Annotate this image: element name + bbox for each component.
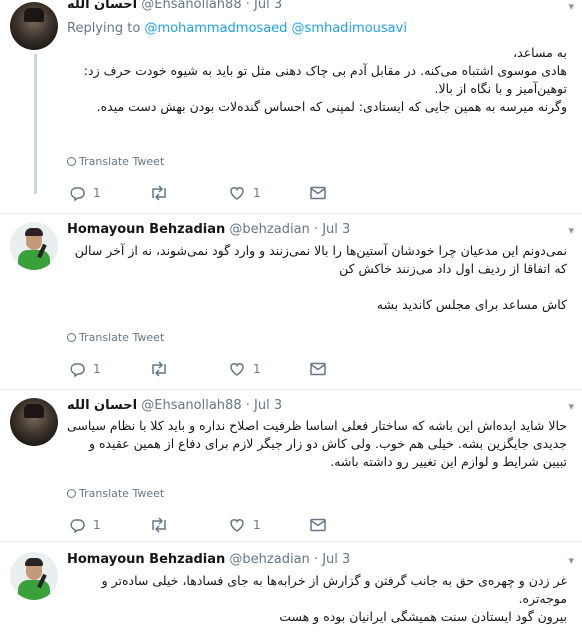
reply-count: 1 xyxy=(93,518,101,532)
tweet-paragraph xyxy=(67,278,567,296)
like-count: 1 xyxy=(253,186,261,200)
author-name[interactable]: احسان الله xyxy=(67,398,137,413)
tweet-actions: 1 1 xyxy=(67,515,367,535)
like-button[interactable]: 1 xyxy=(229,359,261,379)
retweet-icon xyxy=(152,361,166,377)
retweet-button[interactable] xyxy=(149,359,169,379)
translate-label: Translate Tweet xyxy=(79,155,165,168)
heart-icon xyxy=(230,363,244,376)
reply-button[interactable]: 1 xyxy=(69,515,101,535)
retweet-button[interactable] xyxy=(149,515,169,535)
avatar[interactable] xyxy=(10,398,58,446)
chevron-down-icon[interactable]: ▾ xyxy=(568,224,574,237)
tweet-date[interactable]: Jul 3 xyxy=(254,0,282,12)
like-count: 1 xyxy=(253,518,261,532)
tweet-header: احسان الله @Ehsanollah88 · Jul 3 xyxy=(67,0,282,13)
reply-icon xyxy=(70,519,85,533)
tweet[interactable]: Homayoun Behzadian @behzadian · Jul 3 ▾ … xyxy=(0,214,582,390)
message-icon xyxy=(310,362,326,376)
author-name[interactable]: Homayoun Behzadian xyxy=(67,222,225,237)
tweet[interactable]: احسان الله @Ehsanollah88 · Jul 3 ▾ حالا … xyxy=(0,390,582,542)
tweet-paragraph: به مساعد، xyxy=(513,45,567,60)
like-button[interactable]: 1 xyxy=(229,183,261,203)
translate-label: Translate Tweet xyxy=(79,331,165,344)
tweet-paragraph: بیرون گود ایستادن سنت همیشگی ایرانیان بو… xyxy=(279,609,567,624)
reply-button[interactable]: 1 xyxy=(69,183,101,203)
chevron-down-icon[interactable]: ▾ xyxy=(568,0,574,13)
author-handle[interactable]: @Ehsanollah88 xyxy=(141,0,241,12)
replying-to: Replying to @mohammadmosaed @smhadimousa… xyxy=(67,21,407,36)
replying-mentions[interactable]: @mohammadmosaed @smhadimousavi xyxy=(144,21,407,36)
chevron-down-icon[interactable]: ▾ xyxy=(568,554,574,567)
translate-label: Translate Tweet xyxy=(79,487,165,500)
tweet-paragraph: کاش مساعد برای مجلس کاندید بشه xyxy=(376,297,567,312)
author-name[interactable]: احسان الله xyxy=(67,0,137,12)
message-icon xyxy=(310,186,326,200)
tweet-date[interactable]: Jul 3 xyxy=(322,222,350,237)
tweet-text: غر زدن و چهره‌ی حق به جانب گرفتن و گزارش… xyxy=(67,572,567,626)
tweet-paragraph: غر زدن و چهره‌ی حق به جانب گرفتن و گزارش… xyxy=(101,573,567,606)
tweet-header: Homayoun Behzadian @behzadian · Jul 3 xyxy=(67,552,351,567)
tweet-header: Homayoun Behzadian @behzadian · Jul 3 xyxy=(67,222,351,237)
author-handle[interactable]: @Ehsanollah88 xyxy=(141,398,241,413)
dm-button[interactable] xyxy=(310,183,326,203)
globe-icon xyxy=(67,489,76,498)
translate-tweet[interactable]: Translate Tweet xyxy=(67,155,164,168)
author-handle[interactable]: @behzadian xyxy=(229,552,309,567)
author-handle[interactable]: @behzadian xyxy=(229,222,309,237)
tweet-actions: 1 1 xyxy=(67,359,367,379)
tweet[interactable]: احسان الله @Ehsanollah88 · Jul 3 ▾ Reply… xyxy=(0,0,582,214)
message-icon xyxy=(310,518,326,532)
tweet-actions: 1 1 xyxy=(67,183,367,203)
tweet-paragraph: هادی موسوی اشتباه می‌کنه. در مقابل آدم ب… xyxy=(83,63,567,96)
reply-button[interactable]: 1 xyxy=(69,359,101,379)
tweet-text: به مساعد، هادی موسوی اشتباه می‌کنه. در م… xyxy=(67,44,567,116)
like-button[interactable]: 1 xyxy=(229,515,261,535)
chevron-down-icon[interactable]: ▾ xyxy=(568,400,574,413)
heart-icon xyxy=(230,519,244,532)
tweet-text: نمی‌دونم این مدعیان چرا خودشان آستین‌ها … xyxy=(67,242,567,314)
like-count: 1 xyxy=(253,362,261,376)
tweet-paragraph: وگرنه میرسه به همین جایی که ایستادی: لمپ… xyxy=(96,99,567,114)
reply-count: 1 xyxy=(93,186,101,200)
retweet-icon xyxy=(152,517,166,533)
tweet-paragraph: حالا شاید ایده‌اش این باشه که ساختار فعل… xyxy=(66,418,567,469)
dm-button[interactable] xyxy=(310,359,326,379)
tweet[interactable]: Homayoun Behzadian @behzadian · Jul 3 ▾ … xyxy=(0,542,582,636)
dm-button[interactable] xyxy=(310,515,326,535)
reply-count: 1 xyxy=(93,362,101,376)
translate-tweet[interactable]: Translate Tweet xyxy=(67,487,164,500)
tweet-header: احسان الله @Ehsanollah88 · Jul 3 xyxy=(67,398,283,413)
tweet-text: حالا شاید ایده‌اش این باشه که ساختار فعل… xyxy=(67,417,567,471)
tweet-paragraph: نمی‌دونم این مدعیان چرا خودشان آستین‌ها … xyxy=(74,243,567,276)
globe-icon xyxy=(67,157,76,166)
avatar[interactable] xyxy=(10,222,58,270)
replying-label: Replying to xyxy=(67,21,141,36)
tweet-date[interactable]: Jul 3 xyxy=(322,552,350,567)
retweet-icon xyxy=(152,185,166,201)
tweet-date[interactable]: Jul 3 xyxy=(254,398,282,413)
avatar[interactable] xyxy=(10,2,58,50)
heart-icon xyxy=(230,187,244,200)
avatar[interactable] xyxy=(10,552,58,600)
author-name[interactable]: Homayoun Behzadian xyxy=(67,552,225,567)
translate-tweet[interactable]: Translate Tweet xyxy=(67,331,164,344)
reply-icon xyxy=(70,187,85,201)
globe-icon xyxy=(67,333,76,342)
reply-icon xyxy=(70,363,85,377)
retweet-button[interactable] xyxy=(149,183,169,203)
